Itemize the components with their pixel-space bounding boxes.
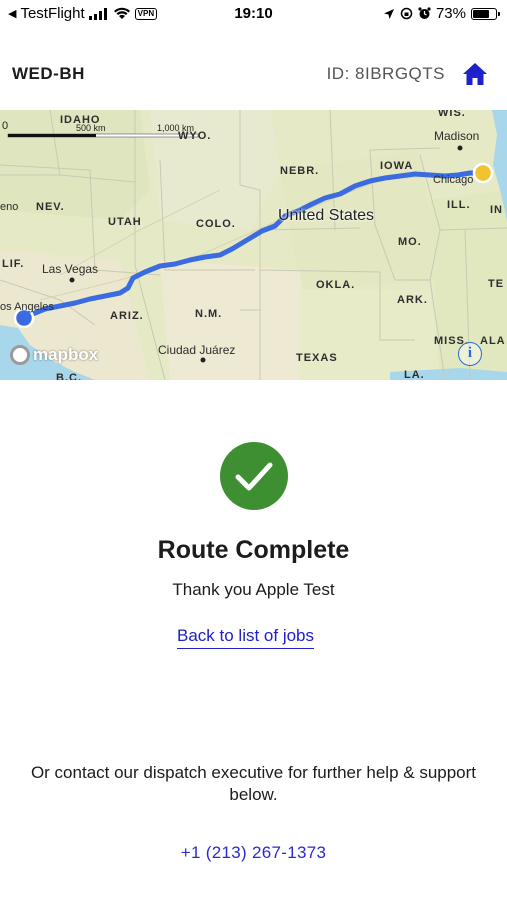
- state-label-arizona: ARIZ.: [110, 310, 144, 322]
- mapbox-wordmark: mapbox: [33, 345, 99, 364]
- info-icon[interactable]: i: [458, 342, 482, 366]
- scale-label-zero: 0: [2, 120, 9, 132]
- city-label-ciudad-juarez: Ciudad Juárez: [158, 343, 236, 357]
- state-label-louisiana: LA.: [404, 369, 425, 380]
- map-canvas: [0, 110, 507, 380]
- state-label-nevada: NEV.: [36, 201, 65, 213]
- back-to-jobs-link[interactable]: Back to list of jobs: [177, 626, 315, 649]
- battery-icon: [471, 7, 500, 20]
- dispatch-phone-link[interactable]: +1 (213) 267-1373: [0, 843, 507, 863]
- completion-title: Route Complete: [157, 536, 350, 564]
- state-label-arkansas: ARK.: [397, 294, 428, 306]
- city-label-las-vegas: Las Vegas: [42, 262, 99, 276]
- city-label-chicago: Chicago: [433, 174, 474, 186]
- route-end-marker: [472, 162, 494, 184]
- mapbox-logo-icon: [10, 345, 30, 365]
- state-label-indiana: IN: [490, 204, 503, 216]
- success-check-badge: [220, 442, 288, 510]
- orientation-lock-icon: [400, 7, 413, 20]
- state-label-new-mexico: N.M.: [195, 308, 223, 320]
- route-map[interactable]: 0 500 km 1,000 km IDAHO WYO. WIS. NEBR. …: [0, 110, 507, 380]
- battery-percent: 73%: [435, 5, 466, 22]
- state-label-texas: TEXAS: [296, 352, 338, 364]
- state-label-baja: B.C.: [56, 372, 82, 380]
- job-code: WED-BH: [12, 64, 85, 83]
- state-label-oklahoma: OKLA.: [316, 279, 356, 291]
- city-label-reno: eno: [0, 201, 19, 213]
- state-label-california: LIF.: [2, 258, 25, 270]
- status-bar: ◀ TestFlight VPN 19:10 73%: [0, 0, 507, 30]
- state-label-utah: UTAH: [108, 216, 142, 228]
- city-label-madison: Madison: [434, 129, 480, 143]
- state-label-illinois: ILL.: [447, 199, 471, 211]
- city-label-los-angeles: os Angeles: [0, 301, 54, 313]
- state-label-missouri: MO.: [398, 236, 422, 248]
- battery-fill: [473, 9, 490, 18]
- state-label-iowa: IOWA: [380, 160, 414, 172]
- state-label-colorado: COLO.: [196, 218, 236, 230]
- state-label-nebraska: NEBR.: [280, 165, 320, 177]
- alarm-icon: [418, 7, 431, 19]
- contact-instructions: Or contact our dispatch executive for fu…: [30, 763, 477, 804]
- state-label-wisconsin: WIS.: [438, 110, 466, 119]
- mapbox-attribution[interactable]: mapbox: [10, 345, 98, 365]
- header-bar: WED-BH ID: 8IBRGQTS: [0, 52, 507, 96]
- checkmark-icon: [235, 462, 273, 491]
- thank-you-message: Thank you Apple Test: [172, 580, 335, 599]
- state-label-alabama: ALA: [480, 335, 506, 347]
- state-label-tennessee: TE: [488, 278, 505, 290]
- state-label-idaho: IDAHO: [60, 114, 101, 126]
- state-label-wyoming: WYO.: [178, 130, 212, 142]
- location-arrow-icon: [383, 8, 394, 19]
- country-label: United States: [278, 207, 375, 224]
- job-id: ID: 8IBRGQTS: [326, 64, 445, 83]
- home-icon[interactable]: [461, 61, 489, 87]
